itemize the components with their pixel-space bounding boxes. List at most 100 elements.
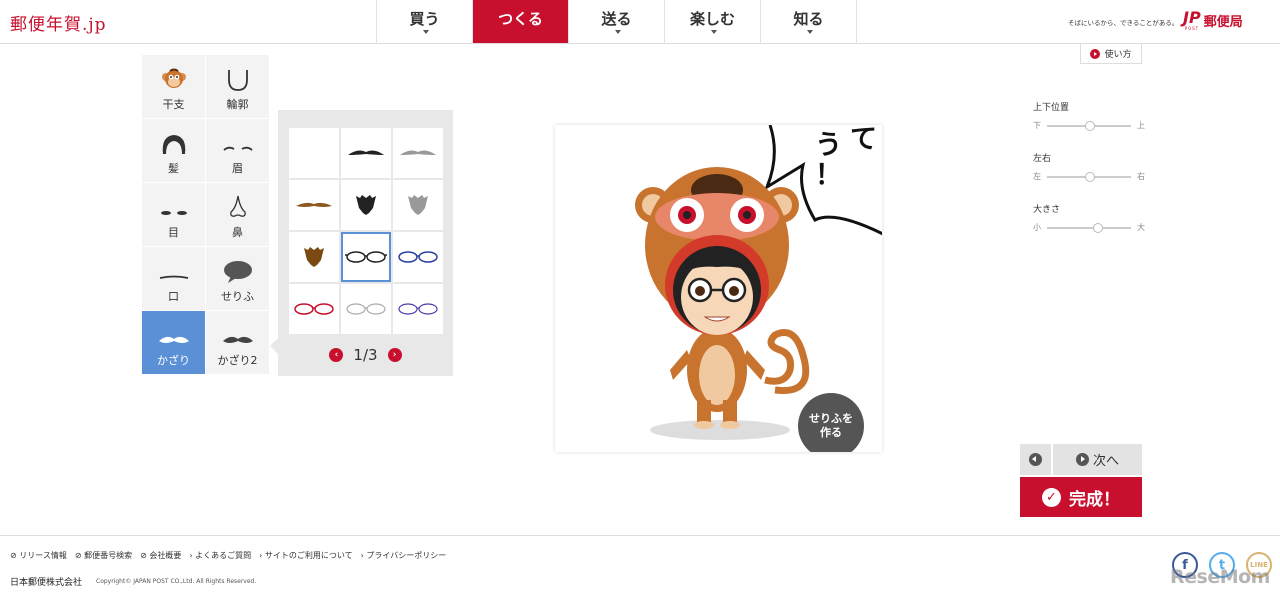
nav-make-label: つくる (498, 10, 543, 28)
arrow-left-icon (1029, 453, 1042, 466)
category-label: 眉 (232, 162, 243, 175)
footer-link-terms[interactable]: › サイトのご利用について (259, 550, 353, 561)
part-black-beard[interactable] (341, 180, 391, 230)
prev-page-button[interactable]: ‹ (329, 348, 344, 362)
page-indicator: 1/3 (353, 346, 378, 364)
company-name: 日本郵便株式会社 (10, 578, 83, 588)
nav-buy[interactable]: 買う (377, 0, 473, 43)
adjust-horizontal-title: 左右 (1033, 154, 1052, 164)
category-eyes[interactable]: 目 (142, 183, 206, 247)
done-button[interactable]: ✓ 完成！ (1020, 477, 1142, 517)
footer-link-faq[interactable]: › よくあるご質問 (189, 550, 251, 561)
category-eyebrow[interactable]: 眉 (206, 119, 270, 183)
category-outline[interactable]: 輪郭 (206, 55, 270, 119)
nav-send[interactable]: 送る (569, 0, 665, 43)
eyebrow-icon (222, 146, 253, 151)
next-button[interactable]: 次へ (1053, 444, 1142, 475)
nav-make[interactable]: つくる (473, 0, 569, 43)
next-page-button[interactable]: › (387, 348, 402, 362)
category-label: 鼻 (232, 226, 243, 239)
nav-know[interactable]: 知る (761, 0, 857, 43)
category-mouth[interactable]: 口 (142, 247, 206, 311)
chevron-down-icon (423, 30, 429, 34)
category-hair[interactable]: 髪 (142, 119, 206, 183)
glasses-icon (398, 303, 438, 315)
japan-post-logo[interactable]: JP POST 郵便局 (1183, 8, 1243, 32)
footer-link-label: 郵便番号検索 (84, 551, 133, 560)
done-label: 完成！ (1069, 489, 1120, 510)
footer-link-release[interactable]: ⊘ リリース情報 (10, 550, 67, 561)
horizontal-slider[interactable] (1047, 171, 1131, 182)
category-decoration-2[interactable]: かざり2 (206, 311, 270, 375)
nav-enjoy[interactable]: 楽しむ (665, 0, 761, 43)
watermark: ReseMom (1170, 566, 1270, 588)
category-label: 目 (168, 226, 179, 239)
chevron-down-icon (711, 30, 717, 34)
category-panel: 干支 輪郭 髪 眉 目 鼻 口 せりふ かざり かざり2 (142, 55, 270, 375)
footer-link-label: リリース情報 (19, 551, 67, 560)
footer-link-postcode[interactable]: ⊘ 郵便番号検索 (75, 550, 132, 561)
copyright: Copyright© JAPAN POST CO.,Ltd. All Right… (96, 578, 257, 585)
brand-mark: JP (1183, 8, 1201, 27)
step-nav: 次へ (1020, 444, 1142, 475)
parts-grid (289, 128, 443, 334)
adjust-size-title: 大きさ (1033, 205, 1061, 215)
jp-post-mark-icon: JP POST (1183, 8, 1201, 32)
beard-icon (304, 247, 324, 267)
nav-send-label: 送る (601, 10, 632, 28)
site-logo[interactable]: 郵便年賀.jp (10, 10, 107, 35)
footer-link-label: サイトのご利用について (264, 551, 353, 560)
global-nav: 買う つくる 送る 楽しむ 知る (376, 0, 857, 43)
adjust-min-label: 下 (1033, 121, 1041, 130)
make-serif-line2: 作る (820, 426, 842, 439)
slider-handle[interactable] (1084, 171, 1095, 182)
adjust-min-label: 小 (1033, 223, 1041, 232)
chevron-down-icon (615, 30, 621, 34)
adjust-max-label: 上 (1137, 121, 1145, 130)
mouth-icon (159, 275, 188, 279)
category-decoration[interactable]: かざり (142, 311, 206, 375)
preview-canvas[interactable]: う！ て せりふを 作る (555, 125, 882, 452)
howto-label: 使い方 (1104, 50, 1132, 60)
glasses-icon (294, 303, 334, 315)
header: 郵便年賀.jp 買う つくる 送る 楽しむ 知る そばにいるから、できることがあ… (0, 0, 1280, 44)
part-black-mustache[interactable] (341, 128, 391, 178)
brand-sub: POST (1184, 26, 1200, 31)
part-gray-beard[interactable] (393, 180, 443, 230)
footer: ⊘ リリース情報 ⊘ 郵便番号検索 ⊘ 会社概要 › よくあるご質問 › サイト… (0, 535, 1280, 598)
mustache-icon (348, 150, 384, 155)
nav-know-label: 知る (793, 10, 824, 28)
glasses-icon (398, 251, 438, 263)
beard-icon (408, 195, 428, 215)
arrow-right-icon (1075, 453, 1089, 466)
footer-link-label: よくあるご質問 (195, 551, 252, 560)
part-black-glasses[interactable] (341, 232, 391, 282)
category-zodiac[interactable]: 干支 (142, 55, 206, 119)
back-button[interactable] (1020, 444, 1051, 475)
category-label: 干支 (162, 98, 185, 111)
adjust-max-label: 右 (1137, 172, 1145, 181)
category-nose[interactable]: 鼻 (206, 183, 270, 247)
part-silver-glasses[interactable] (341, 284, 391, 334)
slider-handle[interactable] (1084, 120, 1095, 131)
footer-link-privacy[interactable]: › プライバシーポリシー (361, 550, 447, 561)
adjust-size: 大きさ 小 大 (1033, 202, 1145, 253)
category-label: 輪郭 (226, 98, 249, 111)
part-brown-mustache[interactable] (289, 180, 339, 230)
make-serif-line1: せりふを (809, 412, 853, 425)
vertical-slider[interactable] (1047, 120, 1131, 131)
zodiac-monkey-icon (161, 68, 186, 88)
howto-button[interactable]: 使い方 (1080, 44, 1142, 64)
part-red-glasses[interactable] (289, 284, 339, 334)
part-empty[interactable] (289, 128, 339, 178)
category-speech[interactable]: せりふ (206, 247, 270, 311)
category-label: かざり (157, 354, 190, 367)
part-navy-glasses[interactable] (393, 284, 443, 334)
part-gray-mustache[interactable] (393, 128, 443, 178)
size-slider[interactable] (1047, 222, 1131, 233)
footer-link-company[interactable]: ⊘ 会社概要 (140, 550, 181, 561)
slider-handle[interactable] (1093, 222, 1104, 233)
part-blue-glasses[interactable] (393, 232, 443, 282)
part-brown-beard[interactable] (289, 232, 339, 282)
make-serif-button[interactable]: せりふを 作る (798, 393, 864, 452)
